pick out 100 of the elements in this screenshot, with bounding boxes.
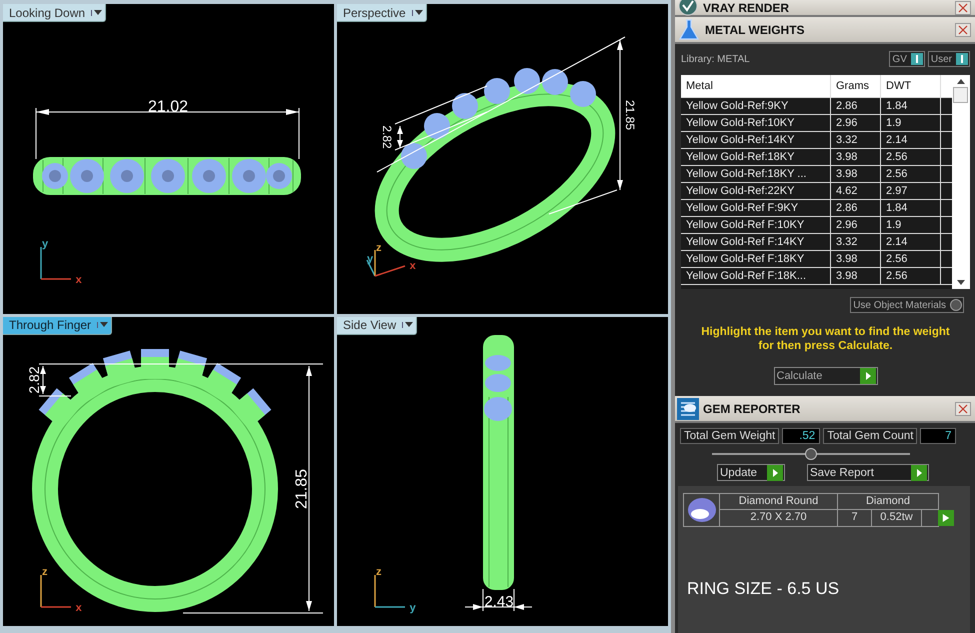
close-icon[interactable]: [955, 22, 971, 36]
total-count-value: 7: [920, 428, 956, 444]
table-cell: 2.86: [831, 200, 881, 216]
table-cell: Yellow Gold-Ref:18KY ...: [681, 166, 831, 182]
table-cell: 2.56: [881, 166, 941, 182]
table-cell: Yellow Gold-Ref F:9KY: [681, 200, 831, 216]
viewport-label-button[interactable]: Perspective: [337, 4, 427, 22]
gem-name: Diamond Round: [720, 494, 838, 510]
column-header[interactable]: Metal: [681, 75, 831, 97]
caret-icon: [97, 322, 108, 328]
viewport-canvas[interactable]: Looking Down 21.02 y x: [3, 4, 334, 314]
table-cell: Yellow Gold-Ref F:18K...: [681, 268, 831, 284]
column-header[interactable]: DWT: [881, 75, 941, 97]
panel-title: METAL WEIGHTS: [705, 22, 806, 36]
slider-handle[interactable]: [805, 448, 817, 460]
table-cell: 3.98: [831, 251, 881, 267]
table-cell: Yellow Gold-Ref:22KY: [681, 183, 831, 199]
panel-title: GEM REPORTER: [703, 402, 802, 416]
table-cell: Yellow Gold-Ref:9KY: [681, 98, 831, 114]
caret-icon: [412, 10, 423, 16]
table-cell: Yellow Gold-Ref:10KY: [681, 115, 831, 131]
table-row[interactable]: Yellow Gold-Ref:18KY 3.98 2.56: [681, 149, 952, 166]
table-cell: 1.84: [881, 98, 941, 114]
close-icon[interactable]: [955, 402, 971, 416]
axis-label: x: [410, 260, 416, 272]
table-row[interactable]: Yellow Gold-Ref:9KY 2.86 1.84: [681, 98, 952, 115]
viewport-label-button[interactable]: Side View: [337, 316, 418, 334]
table-cell: 3.32: [831, 132, 881, 148]
total-weight-label: Total Gem Weight: [680, 428, 780, 444]
toggle-button[interactable]: User: [928, 51, 970, 67]
caret-icon: [402, 322, 414, 328]
library-label: Library: METAL: [681, 54, 750, 64]
table-row[interactable]: Yellow Gold-Ref F:14KY 3.32 2.14: [681, 234, 952, 251]
table-cell: 2.96: [831, 217, 881, 233]
table-cell: 3.98: [831, 166, 881, 182]
toggle-button[interactable]: GV: [889, 51, 925, 67]
table-cell: 1.84: [881, 200, 941, 216]
table-cell: 3.32: [831, 234, 881, 250]
table-row[interactable]: Yellow Gold-Ref F:18KY 3.98 2.56: [681, 251, 952, 268]
dimension-label: 21.85: [622, 100, 637, 130]
table-row[interactable]: Yellow Gold-Ref F:9KY 2.86 1.84: [681, 200, 952, 217]
use-object-materials-toggle[interactable]: Use Object Materials: [850, 297, 964, 313]
panel-header[interactable]: GEM REPORTER: [675, 396, 975, 423]
instruction-text: Highlight the item you want to find the weight for then press Calculate.: [700, 325, 951, 353]
axis-label: x: [76, 274, 82, 286]
viewport-label-button[interactable]: Through Finger: [3, 316, 112, 334]
total-count-label: Total Gem Count: [823, 428, 918, 444]
dimension-label: 21.02: [148, 98, 188, 116]
close-icon[interactable]: [955, 0, 971, 14]
table-cell: 2.56: [881, 251, 941, 267]
table-cell: 2.56: [881, 268, 941, 284]
axis-label: z: [376, 566, 382, 578]
flask-icon: [677, 18, 701, 42]
report-button[interactable]: Save Report: [807, 464, 929, 481]
report-button[interactable]: Update: [717, 464, 785, 481]
axis-icon: [366, 250, 406, 277]
table-row[interactable]: Yellow Gold-Ref:14KY 3.32 2.14: [681, 132, 952, 149]
axis-icon: [40, 574, 71, 608]
dimension-label: 2.82: [380, 125, 394, 149]
table-row[interactable]: Yellow Gold-Ref:22KY 4.62 2.97: [681, 183, 952, 200]
play-button[interactable]: [938, 510, 954, 526]
viewport-canvas[interactable]: Through Finger 2.82 21.85 z x: [3, 316, 334, 626]
dimension-label: 2.43: [484, 592, 514, 610]
viewport-canvas[interactable]: Side View 2.43 z y: [337, 316, 668, 626]
caret-icon: [91, 10, 102, 16]
dimension-label: 21.85: [294, 468, 311, 509]
play-icon: [942, 514, 950, 522]
table-row[interactable]: Yellow Gold-Ref F:18K... 3.98 2.56: [681, 268, 952, 285]
panel-title: VRAY RENDER: [703, 0, 790, 14]
panel-header[interactable]: VRAY RENDER: [675, 0, 975, 17]
down-arrow-icon: [956, 280, 964, 285]
viewport-label-button[interactable]: Looking Down: [3, 4, 106, 22]
table-cell: 3.98: [831, 268, 881, 284]
table-row[interactable]: Yellow Gold-Ref F:10KY 2.96 1.9: [681, 217, 952, 234]
table-row[interactable]: Yellow Gold-Ref:10KY 2.96 1.9: [681, 115, 952, 132]
table-cell: Yellow Gold-Ref F:10KY: [681, 217, 831, 233]
axis-label: x: [76, 602, 82, 614]
play-icon: [911, 464, 927, 480]
table-cell: 4.62: [831, 183, 881, 199]
table-row[interactable]: Yellow Gold-Ref:18KY ... 3.98 2.56: [681, 166, 952, 183]
dimension-label: 2.82: [26, 366, 42, 394]
column-header[interactable]: Grams: [831, 75, 881, 97]
check-icon: [677, 0, 699, 16]
axis-icon: [374, 574, 405, 608]
play-icon: [860, 368, 876, 384]
table-cell: 2.14: [881, 132, 941, 148]
dimension-line: [464, 588, 532, 611]
table-cell: 2.56: [881, 149, 941, 165]
table-cell: 2.14: [881, 234, 941, 250]
calculate-button[interactable]: Calculate: [774, 367, 878, 385]
panel-header[interactable]: METAL WEIGHTS: [675, 17, 975, 44]
table-cell: 2.86: [831, 98, 881, 114]
gem-count: 7: [838, 510, 872, 526]
axis-label: z: [42, 566, 48, 578]
ring-size-note: RING SIZE - 6.5 US: [687, 579, 840, 599]
gem-list-icon: [677, 398, 699, 420]
table-cell: 3.98: [831, 149, 881, 165]
scroll-thumb[interactable]: [953, 87, 968, 103]
axis-label: y: [42, 238, 48, 250]
axis-label: y: [410, 602, 416, 614]
